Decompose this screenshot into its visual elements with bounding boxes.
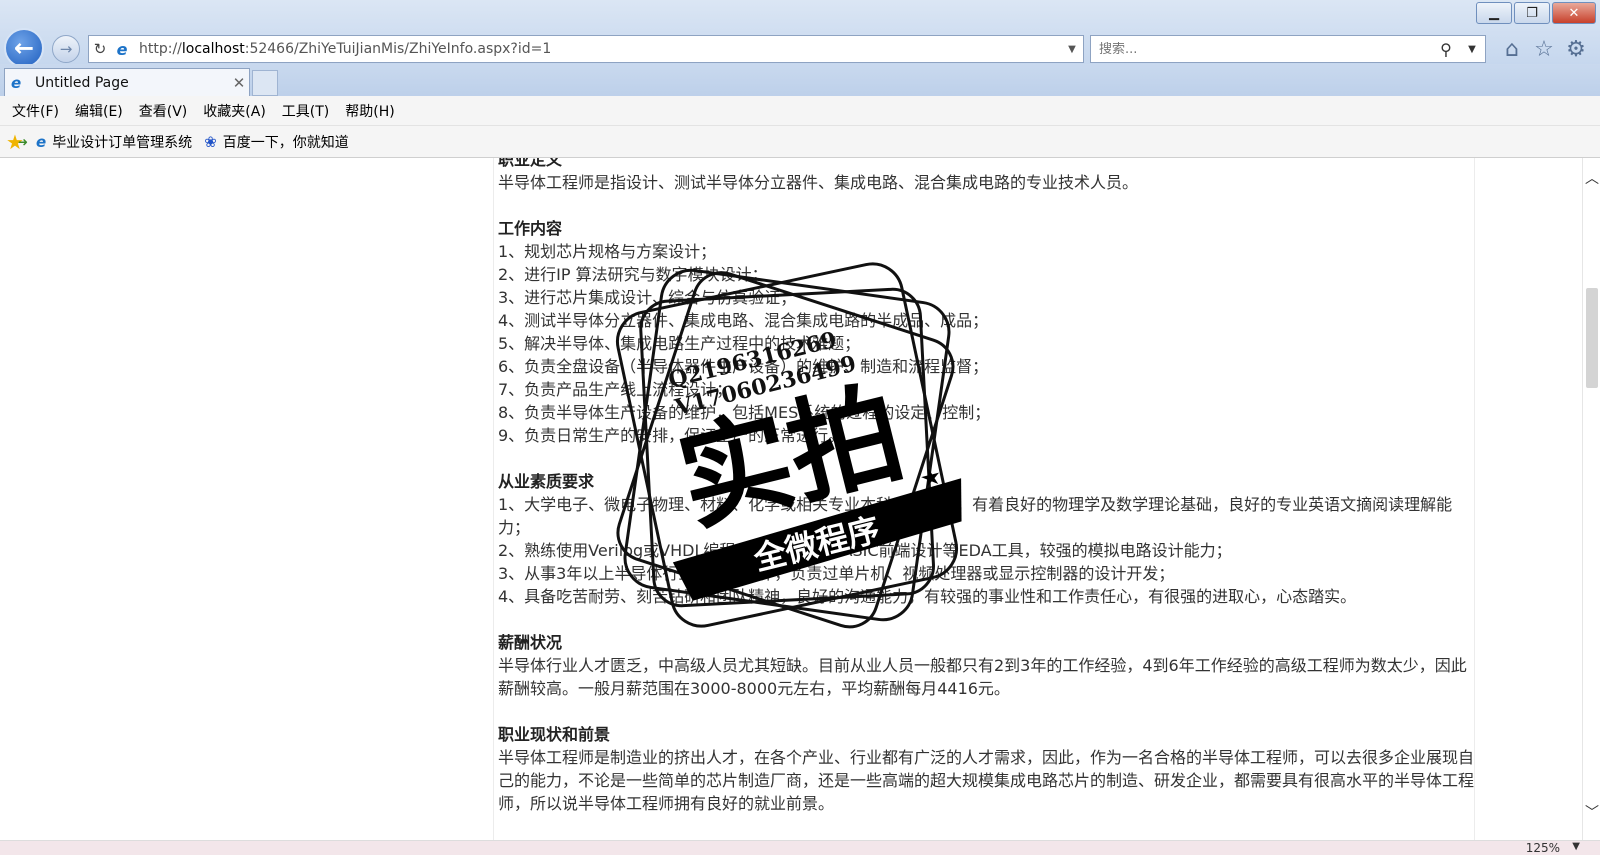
- scroll-thumb[interactable]: [1586, 288, 1598, 388]
- vertical-scrollbar[interactable]: ︿ ﹀: [1582, 158, 1600, 840]
- work-item: 1、规划芯片规格与方案设计；: [498, 242, 717, 261]
- work-item: 5、解决半导体、集成电路生产过程中的技术难题；: [498, 334, 861, 353]
- salary-section: 薪酬状况 半导体行业人才匮乏，中高级人员尤其短缺。目前从业人员一般都只有2到3年…: [498, 631, 1474, 700]
- favorite-label: 百度一下，你就知道: [222, 134, 349, 151]
- definition-section: 职业定义 半导体工程师是指设计、测试半导体分立器件、集成电路、混合集成电路的专业…: [498, 158, 1474, 194]
- quality-heading: 从业素质要求: [498, 472, 595, 491]
- star-icon[interactable]: ☆: [1528, 34, 1560, 64]
- prospect-section: 职业现状和前景 半导体工程师是制造业的挤出人才，在各个产业、行业都有广泛的人才需…: [498, 723, 1474, 815]
- work-item: 8、负责半导体生产设备的维护，包括MES系统的过程的设定、控制；: [498, 403, 991, 422]
- quality-item: 3、从事3年以上半导体行业及相关工作，负责过单片机、视频处理器或显示控制器的设计…: [498, 564, 1175, 583]
- url-path: :52466/ZhiYeTuiJianMis/ZhiYeInfo.aspx?id…: [244, 41, 552, 57]
- refresh-icon[interactable]: ↻: [89, 40, 111, 58]
- search-dropdown-icon[interactable]: ▼: [1459, 44, 1485, 55]
- gear-icon[interactable]: ⚙: [1560, 34, 1592, 64]
- menu-bar: 文件(F) 编辑(E) 查看(V) 收藏夹(A) 工具(T) 帮助(H): [0, 96, 1600, 126]
- tab-untitled-page[interactable]: e Untitled Page ✕: [4, 68, 250, 96]
- tab-strip: e Untitled Page ✕: [0, 64, 1600, 96]
- work-section: 工作内容 1、规划芯片规格与方案设计； 2、进行IP 算法研究与数字模块设计； …: [498, 217, 1474, 447]
- definition-heading: 职业定义: [498, 158, 563, 169]
- back-button[interactable]: ←: [4, 28, 44, 68]
- menu-favorites[interactable]: 收藏夹(A): [195, 101, 274, 121]
- quality-item: 4、具备吃苦耐劳、刻苦钻研和团队精神，良好的沟通能力，有较强的事业性和工作责任心…: [498, 587, 1357, 606]
- browser-titlebar: ▁ ❐ ✕ ← → ↻ e http://localhost:52466/Zhi…: [0, 0, 1600, 68]
- menu-file[interactable]: 文件(F): [4, 101, 67, 121]
- forward-button[interactable]: →: [52, 35, 80, 63]
- window-controls: ▁ ❐ ✕: [1474, 2, 1596, 24]
- home-icon[interactable]: ⌂: [1496, 34, 1528, 64]
- close-tab-icon[interactable]: ✕: [229, 74, 249, 92]
- search-input[interactable]: [1091, 41, 1433, 57]
- ie-logo-icon: e: [11, 73, 22, 92]
- status-bar: 125% ▼: [0, 840, 1600, 855]
- baidu-paw-icon: ❀: [204, 132, 217, 151]
- ie-logo-icon: e: [36, 132, 47, 151]
- address-bar[interactable]: ↻ e http://localhost:52466/ZhiYeTuiJianM…: [88, 35, 1084, 63]
- quality-item: 2、熟练使用Verilog或VHDL编程，熟悉FPGA、ASIC前端设计等EDA…: [498, 541, 1232, 560]
- minimize-button[interactable]: ▁: [1476, 2, 1512, 24]
- work-item: 7、负责产品生产线上流程设计；: [498, 380, 733, 399]
- work-item: 4、测试半导体分立器件、集成电路、混合集成电路的半成品、成品；: [498, 311, 989, 330]
- prospect-heading: 职业现状和前景: [498, 725, 611, 744]
- scroll-up-icon[interactable]: ︿: [1583, 168, 1600, 187]
- new-tab-button[interactable]: [252, 70, 278, 96]
- menu-edit[interactable]: 编辑(E): [67, 101, 131, 121]
- menu-tools[interactable]: 工具(T): [274, 101, 337, 121]
- address-dropdown-icon[interactable]: ▼: [1061, 44, 1083, 55]
- tab-title: Untitled Page: [35, 74, 129, 91]
- address-url[interactable]: http://localhost:52466/ZhiYeTuiJianMis/Z…: [133, 41, 1061, 57]
- search-box[interactable]: ⚲ ▼: [1090, 35, 1486, 63]
- add-favorite-icon[interactable]: ➜: [18, 135, 28, 149]
- menu-help[interactable]: 帮助(H): [337, 101, 402, 121]
- salary-text: 半导体行业人才匮乏，中高级人员尤其短缺。目前从业人员一般都只有2到3年的工作经验…: [498, 656, 1467, 698]
- quality-item: 1、大学电子、微电子物理、材料、化学或相关专业本科以上学历，有着良好的物理学及数…: [498, 495, 1453, 537]
- salary-heading: 薪酬状况: [498, 633, 563, 652]
- restore-button[interactable]: ❐: [1514, 2, 1550, 24]
- prospect-text: 半导体工程师是制造业的挤出人才，在各个产业、行业都有广泛的人才需求，因此，作为一…: [498, 748, 1475, 813]
- favorites-bar: ★ ➜ e 毕业设计订单管理系统 ❀ 百度一下，你就知道: [0, 126, 1600, 158]
- zoom-level[interactable]: 125%: [1526, 841, 1560, 855]
- toolbar-icons: ⌂ ☆ ⚙: [1496, 34, 1592, 64]
- scroll-down-icon[interactable]: ﹀: [1583, 802, 1600, 821]
- work-item: 2、进行IP 算法研究与数字模块设计；: [498, 265, 768, 284]
- favorite-link-2[interactable]: ❀ 百度一下，你就知道: [204, 132, 349, 152]
- work-item: 9、负责日常生产的安排，保证生产的正常进行。: [498, 426, 845, 445]
- ie-logo-icon: e: [116, 39, 128, 59]
- work-item: 3、进行芯片集成设计、综合与仿真验证；: [498, 288, 797, 307]
- definition-text: 半导体工程师是指设计、测试半导体分立器件、集成电路、混合集成电路的专业技术人员。: [498, 173, 1139, 192]
- career-info-panel: 职业定义 半导体工程师是指设计、测试半导体分立器件、集成电路、混合集成电路的专业…: [493, 158, 1475, 840]
- favorite-link-1[interactable]: e 毕业设计订单管理系统: [36, 132, 192, 152]
- favorite-label: 毕业设计订单管理系统: [52, 134, 193, 151]
- zoom-dropdown-icon[interactable]: ▼: [1572, 841, 1580, 852]
- page-viewport: 职业定义 半导体工程师是指设计、测试半导体分立器件、集成电路、混合集成电路的专业…: [0, 158, 1582, 840]
- close-window-button[interactable]: ✕: [1552, 2, 1596, 24]
- back-arrow-icon: ←: [13, 34, 35, 62]
- forward-arrow-icon: →: [59, 40, 73, 58]
- magnifier-icon[interactable]: ⚲: [1433, 40, 1459, 59]
- menu-view[interactable]: 查看(V): [131, 101, 196, 121]
- url-protocol: http://: [139, 41, 182, 57]
- work-heading: 工作内容: [498, 219, 563, 238]
- work-item: 6、负责全盘设备（半导体器件生产设备）的维护、制造和流程监督；: [498, 357, 989, 376]
- url-host: localhost: [181, 41, 245, 57]
- quality-section: 从业素质要求 1、大学电子、微电子物理、材料、化学或相关专业本科以上学历，有着良…: [498, 470, 1474, 608]
